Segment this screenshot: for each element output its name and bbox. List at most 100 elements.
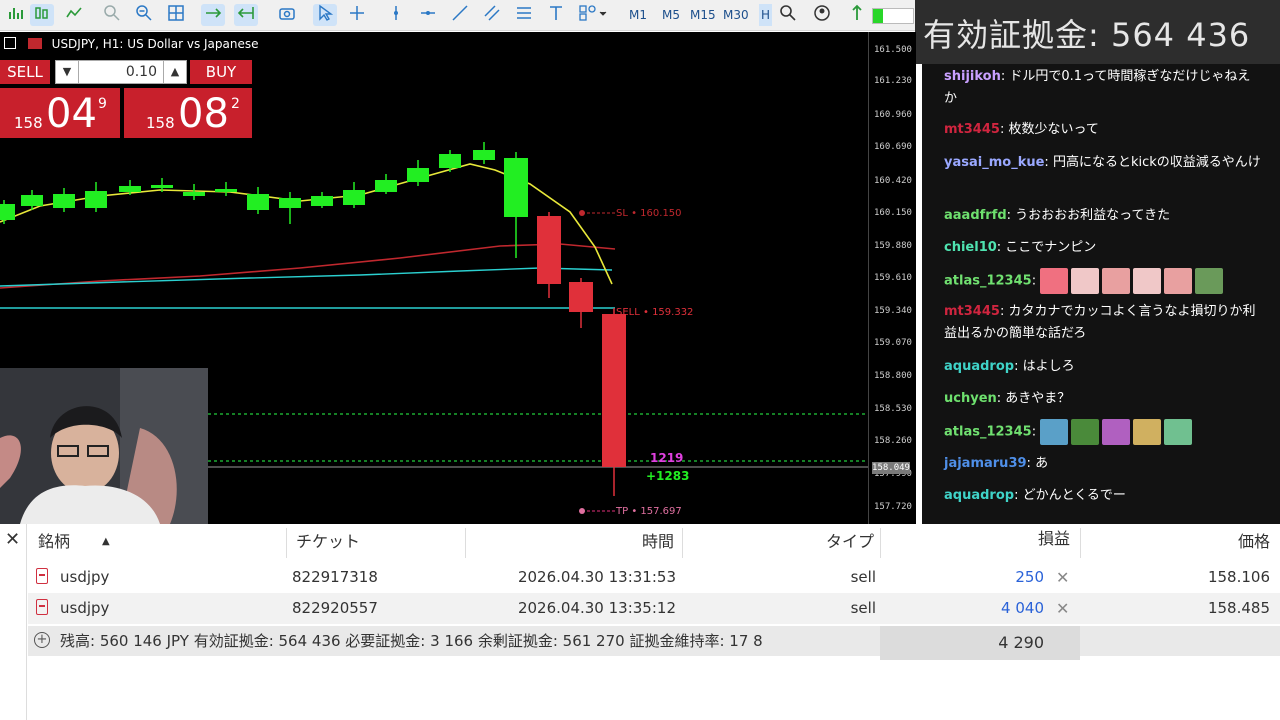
price-tick: 160.420 (874, 176, 912, 186)
horizontal-line-icon[interactable] (416, 4, 440, 26)
timeframe-h[interactable]: H (759, 4, 773, 26)
chat-message: mt3445: 枚数少ないって (944, 122, 1099, 137)
chat-message: atlas_12345: (944, 268, 1262, 294)
autoscroll-icon[interactable] (201, 4, 225, 26)
cursor-icon[interactable] (313, 4, 337, 26)
flag-icon (27, 38, 42, 49)
chat-username[interactable]: aquadrop (944, 359, 1014, 374)
volume-input[interactable]: 0.10 (79, 60, 163, 84)
sell-price-prefix: 158 (14, 114, 43, 132)
timeframe-m30[interactable]: M30 (723, 4, 749, 26)
chart-shift-icon[interactable] (234, 4, 258, 26)
chat-username[interactable]: mt3445 (944, 122, 1000, 137)
cell-ticket: 822920557 (292, 599, 378, 617)
column-header-price[interactable]: 価格 (1178, 524, 1270, 560)
volume-decrease-button[interactable]: ▼ (55, 60, 79, 84)
profit-label-2: +1283 (646, 469, 689, 483)
search-icon[interactable] (776, 4, 800, 26)
table-row[interactable]: usdjpy 822920557 2026.04.30 13:35:12 sel… (28, 593, 1280, 624)
channel-icon[interactable] (480, 4, 504, 26)
vertical-line-icon[interactable] (384, 4, 408, 26)
chat-username[interactable]: chiel10 (944, 240, 997, 255)
zoom-out-icon[interactable] (132, 4, 156, 26)
account-icon[interactable] (810, 4, 834, 26)
buy-price-sup: 2 (231, 96, 240, 112)
toolbox-panel: ✕ 銘柄 ▲ チケット 時間 タイプ 損益 価格 usdjpy 82291731… (0, 524, 1280, 720)
connection-indicator (872, 8, 914, 24)
column-header-profit[interactable]: 損益 (988, 521, 1070, 557)
buy-button[interactable]: BUY (190, 60, 252, 84)
buy-price-big: 08 (178, 91, 229, 137)
bullish-candle (151, 185, 173, 188)
buy-price-box[interactable]: 158 08 2 (124, 88, 252, 138)
bullish-candle (439, 154, 461, 168)
bullish-candle (0, 204, 15, 220)
chat-username[interactable]: mt3445 (944, 304, 1000, 319)
column-header-ticket[interactable]: チケット (296, 524, 360, 560)
fibonacci-icon[interactable] (512, 4, 536, 26)
close-position-icon[interactable]: ✕ (1056, 562, 1072, 593)
candlestick-icon[interactable] (30, 4, 54, 26)
chat-text: 枚数少ないって (1008, 122, 1099, 137)
emote (1133, 268, 1162, 294)
volume-increase-button[interactable]: ▲ (163, 60, 187, 84)
chat-username[interactable]: atlas_12345 (944, 425, 1032, 440)
chat-username[interactable]: jajamaru39 (944, 456, 1027, 471)
sort-ascending-icon[interactable]: ▲ (102, 524, 110, 560)
sell-price-box[interactable]: 158 04 9 (0, 88, 120, 138)
cell-profit: 4 040 (1001, 599, 1044, 617)
column-header-time[interactable]: 時間 (588, 524, 674, 560)
timeframe-m15[interactable]: M15 (690, 4, 716, 26)
bearish-candle (537, 216, 561, 284)
webcam-feed (0, 368, 208, 524)
price-tick: 159.070 (874, 338, 912, 348)
chat-username[interactable]: yasai_mo_kue (944, 155, 1044, 170)
column-header-type[interactable]: タイプ (788, 524, 874, 560)
column-header-symbol[interactable]: 銘柄 (38, 524, 70, 560)
chat-username[interactable]: aquadrop (944, 488, 1014, 503)
chat-username[interactable]: atlas_12345 (944, 274, 1032, 289)
bullish-candle (504, 158, 528, 217)
chat-username[interactable]: uchyen (944, 391, 997, 406)
text-tool-icon[interactable] (544, 4, 568, 26)
bullish-candle (311, 196, 333, 206)
expand-icon[interactable]: + (34, 632, 50, 648)
ma-slow-red (0, 243, 616, 289)
chat-text: あきやま？ (1005, 391, 1071, 406)
table-row[interactable]: usdjpy 822917318 2026.04.30 13:31:53 sel… (28, 562, 1280, 593)
close-position-icon[interactable]: ✕ (1056, 593, 1072, 624)
price-tick: 161.500 (874, 45, 912, 55)
chart-title-bar: USDJPY, H1: US Dollar vs Japanese (0, 34, 259, 54)
emote-row (1040, 419, 1195, 445)
new-order-icon[interactable] (4, 4, 28, 26)
zoom-in-icon[interactable] (100, 4, 124, 26)
close-icon[interactable]: ✕ (5, 531, 21, 549)
shapes-dropdown-icon[interactable] (576, 4, 610, 26)
crosshair-icon[interactable] (345, 4, 369, 26)
chat-message: aquadrop: はよしろ (944, 359, 1075, 374)
sell-label: SELL • 159.332 (616, 307, 693, 318)
chat-username[interactable]: aaadfrfd (944, 208, 1007, 223)
menu-icon[interactable] (4, 37, 16, 49)
line-chart-icon[interactable] (62, 4, 86, 26)
chart-title: USDJPY, H1: US Dollar vs Japanese (51, 37, 259, 51)
total-profit: 4 290 (880, 626, 1080, 660)
timeframe-m1[interactable]: M1 (629, 4, 647, 26)
equity-overlay-text: 有効証拠金: 564 436 (923, 16, 1251, 54)
screenshot-icon[interactable] (275, 4, 299, 26)
signal-icon[interactable] (845, 4, 869, 26)
grid-icon[interactable] (164, 4, 188, 26)
column-divider (880, 528, 881, 558)
sell-button[interactable]: SELL (0, 60, 50, 84)
tp-label: TP • 157.697 (615, 506, 682, 517)
cell-type: sell (850, 599, 876, 617)
chat-message: aquadrop: どかんとくるでー (944, 488, 1126, 503)
bullish-candle (375, 180, 397, 192)
cell-type: sell (850, 568, 876, 586)
emote (1102, 419, 1131, 445)
emote (1102, 268, 1131, 294)
trendline-icon[interactable] (448, 4, 472, 26)
timeframe-m5[interactable]: M5 (662, 4, 680, 26)
position-icon (36, 599, 48, 615)
chat-username[interactable]: shijikoh (944, 69, 1001, 84)
